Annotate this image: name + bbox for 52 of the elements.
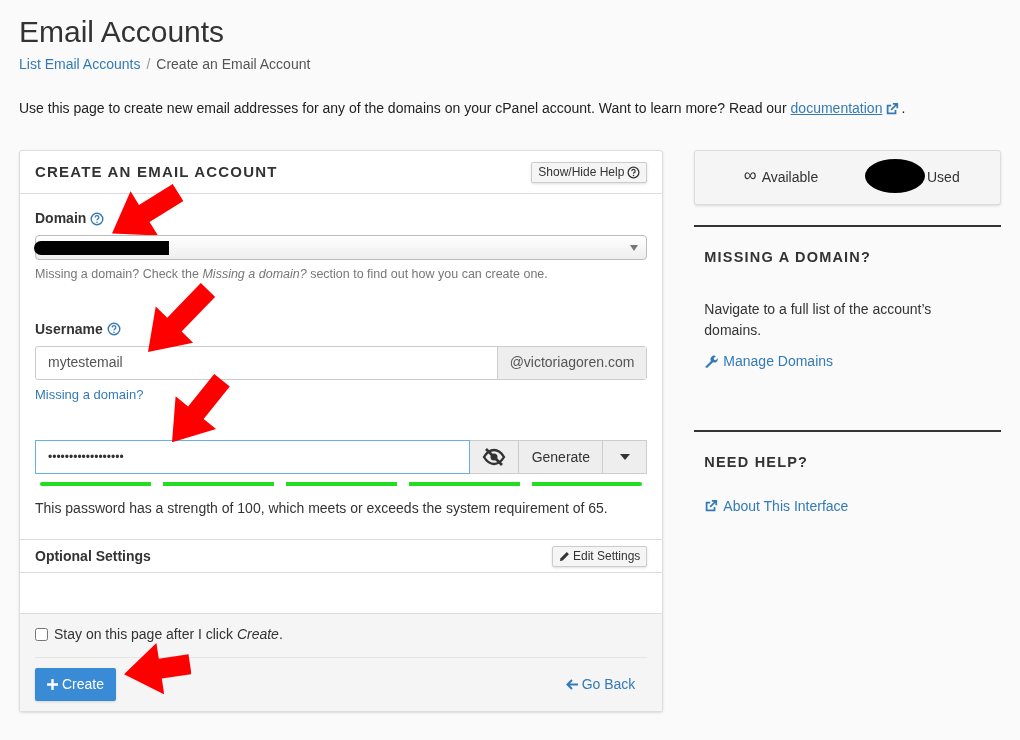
field-hint: Missing a domain? Check the Missing a domain? section to find out how you can create one. <box>35 266 549 283</box>
intro-period: . <box>901 99 906 118</box>
domain-suffix: @victoriagoren.com <box>496 346 647 379</box>
create-button[interactable]: Create <box>35 668 117 702</box>
external-link-icon <box>704 499 719 514</box>
stat-label: Used <box>927 168 960 187</box>
section-link[interactable]: Manage Domains <box>704 350 834 372</box>
username-field[interactable]: mytestemail <box>36 346 497 379</box>
external-link-icon <box>885 101 900 116</box>
documentation-link[interactable]: documentation <box>790 98 900 119</box>
breadcrumb-current: Create an Email Account <box>156 55 311 74</box>
help-icon <box>627 165 641 179</box>
help-icon <box>106 322 121 337</box>
intro-text: Use this page to create new email addresses for any of the domains on your cPanel account. Want to learn more? Read our <box>19 99 787 118</box>
section-link[interactable]: About This Interface <box>704 495 849 517</box>
plus-icon <box>47 679 58 691</box>
caret-icon <box>619 454 630 461</box>
section-heading: NEED HELP? <box>704 453 810 472</box>
help-icon <box>90 211 105 226</box>
panel-heading: CREATE AN EMAIL ACCOUNT <box>35 161 278 182</box>
eye-slash-icon <box>482 448 507 467</box>
stat-label: Available <box>761 168 819 187</box>
caret-icon <box>630 244 639 251</box>
checkbox-label: Stay on this page after I click Create. <box>54 625 283 645</box>
section-text: Navigate to a full list of the account’s domains. <box>704 299 933 340</box>
field-label: Domain <box>35 209 87 228</box>
redaction-mark <box>865 158 925 193</box>
page-title: Email Accounts <box>19 14 226 50</box>
missing-domain-link[interactable]: Missing a domain? <box>35 384 144 405</box>
annotation-arrow <box>112 183 184 235</box>
help-toggle-button[interactable]: Show/Hide Help <box>531 161 648 183</box>
password-field[interactable]: •••••••••••••••••• <box>35 440 471 475</box>
section-heading: MISSING A DOMAIN? <box>704 248 873 267</box>
generate-button[interactable]: Generate <box>519 440 604 475</box>
breadcrumb-separator: / <box>146 55 151 74</box>
annotation-arrow <box>148 283 216 352</box>
edit-settings-button[interactable]: Edit Settings <box>551 545 648 567</box>
stay-checkbox[interactable] <box>35 628 48 642</box>
go-back-link[interactable]: Go Back <box>565 674 636 696</box>
annotation-arrow <box>172 373 230 442</box>
pencil-icon <box>558 550 570 562</box>
domain-select[interactable] <box>35 235 648 260</box>
annotation-arrow <box>124 642 192 695</box>
breadcrumb-link[interactable]: List Email Accounts <box>19 54 141 75</box>
username-input-group[interactable]: mytestemail @victoriagoren.com <box>35 345 648 380</box>
section-heading: Optional Settings <box>35 546 151 566</box>
field-label: Username <box>35 319 103 339</box>
arrow-left-icon <box>565 679 578 691</box>
wrench-icon <box>704 354 719 369</box>
strength-message: This password has a strength of 100, which meets or exceeds the system requirement of 65. <box>35 499 609 519</box>
available-count: ∞ <box>743 166 757 184</box>
toggle-visibility-button[interactable] <box>470 440 520 475</box>
